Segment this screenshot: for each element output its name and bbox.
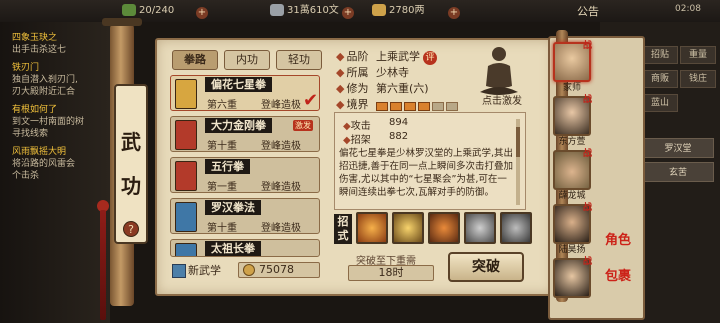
breakthrough-button[interactable]: 突破 bbox=[448, 252, 524, 282]
skill-points: 75078 bbox=[238, 262, 320, 278]
book-icon bbox=[175, 202, 197, 232]
menu-button[interactable]: 商贩 bbox=[642, 70, 678, 88]
rating-badge: 评 bbox=[423, 51, 437, 65]
skill-item[interactable]: 偏花七星拳 第六重 登峰造极 ✔ bbox=[170, 75, 320, 111]
location-item[interactable]: 玄苦 bbox=[642, 162, 714, 182]
attr-cultivation: ◆ 修为 第六重(六) bbox=[336, 82, 429, 95]
menu-button[interactable]: 招贴 bbox=[642, 46, 678, 64]
battle-mark: 战 bbox=[583, 41, 593, 51]
battle-mark: 战 bbox=[583, 257, 593, 267]
skill-level: 第六重 bbox=[207, 100, 237, 111]
breakthrough-time: 18时 bbox=[348, 265, 434, 281]
skill-level: 第十重 bbox=[207, 223, 237, 234]
skill-name: 太祖长拳 bbox=[205, 241, 261, 256]
character-card[interactable]: 战 薛龙城 bbox=[553, 149, 592, 202]
move-shadow-icon[interactable] bbox=[464, 212, 496, 244]
realm-bar bbox=[404, 102, 416, 111]
book-icon bbox=[175, 120, 197, 150]
activated-badge: 激发 bbox=[293, 120, 313, 131]
skill-description-box: ◆攻击 894 ◆招架 882 偏花七星拳是少林罗汉堂的上乘武学,其出招迅捷,善于在… bbox=[334, 112, 526, 210]
skill-name: 五行拳 bbox=[205, 159, 250, 174]
battle-mark: 战 bbox=[583, 149, 593, 159]
skill-item[interactable]: 罗汉拳法 第十重 登峰造极 bbox=[170, 198, 320, 234]
character-card[interactable]: 战 东方萱 bbox=[553, 95, 592, 148]
side-tab-character[interactable]: 角色 bbox=[604, 234, 632, 248]
book-icon bbox=[175, 243, 197, 256]
skill-stage: 登峰造极 bbox=[261, 182, 301, 193]
attr-realm: ◆ 境界 bbox=[336, 98, 369, 111]
skill-item[interactable]: 五行拳 第一重 登峰造极 bbox=[170, 157, 320, 193]
book-icon bbox=[175, 161, 197, 191]
attr-rank: ◆ 品阶 上乘武学评 bbox=[336, 48, 437, 65]
book-icon bbox=[175, 79, 197, 109]
skill-stage: 登峰造极 bbox=[261, 100, 301, 111]
attr-school: ◆ 所属 少林寺 bbox=[336, 66, 409, 79]
stat-attack: ◆攻击 894 bbox=[343, 117, 409, 132]
quest-desc: 出手击杀这七 bbox=[12, 45, 67, 55]
realm-bar bbox=[446, 102, 458, 111]
clock: 02:08 bbox=[675, 4, 701, 14]
location-item[interactable]: 罗汉堂 bbox=[642, 138, 714, 158]
skill-level: 第一重 bbox=[207, 182, 237, 193]
skill-name: 偏花七星拳 bbox=[205, 77, 272, 92]
skill-stage: 登峰造极 bbox=[261, 223, 301, 234]
skill-name: 罗汉拳法 bbox=[205, 200, 261, 215]
realm-bar bbox=[376, 102, 388, 111]
new-skill-icon bbox=[172, 264, 186, 278]
battle-mark: 战 bbox=[583, 95, 593, 105]
character-card[interactable]: 战 家师 bbox=[553, 41, 592, 94]
move-flame-icon[interactable] bbox=[356, 212, 388, 244]
skill-item[interactable]: 太祖长拳 bbox=[170, 239, 320, 257]
menu-button[interactable]: 蓝山 bbox=[642, 94, 678, 112]
tab-lightness-skill[interactable]: 轻功 bbox=[276, 50, 322, 70]
banner-char: 武 bbox=[121, 130, 141, 154]
tab-inner-skill[interactable]: 内功 bbox=[224, 50, 270, 70]
menu-button[interactable]: 重量 bbox=[680, 46, 716, 64]
move-strike-icon[interactable] bbox=[428, 212, 460, 244]
scrollbar-thumb[interactable] bbox=[516, 127, 520, 157]
banner-char: 功 bbox=[121, 174, 141, 198]
moves-label: 招式 bbox=[334, 214, 352, 244]
realm-bar bbox=[418, 102, 430, 111]
scroll-roller-cap bbox=[102, 18, 142, 26]
character-card[interactable]: 战 陆昊扬 bbox=[553, 203, 592, 256]
stat-parry: ◆招架 882 bbox=[343, 131, 409, 146]
description-scrollbar[interactable] bbox=[516, 119, 520, 205]
realm-bar bbox=[390, 102, 402, 111]
scroll-banner: 武 功 ? bbox=[114, 84, 148, 244]
skill-level: 第十重 bbox=[207, 141, 237, 152]
skill-name: 大力金刚拳 bbox=[205, 118, 272, 133]
move-swirl-icon[interactable] bbox=[500, 212, 532, 244]
right-location-list: 罗汉堂 玄苦 bbox=[642, 138, 714, 186]
quest-desc: 寻找线索 bbox=[12, 129, 49, 139]
tassel bbox=[100, 210, 106, 320]
activate-hint[interactable]: 点击激发 bbox=[472, 92, 532, 107]
character-card[interactable]: 战 bbox=[553, 257, 592, 302]
realm-bar bbox=[432, 102, 444, 111]
coin-icon bbox=[243, 264, 255, 276]
help-icon[interactable]: ? bbox=[123, 221, 139, 237]
tab-fist[interactable]: 拳路 bbox=[172, 50, 218, 70]
menu-button[interactable]: 钱庄 bbox=[680, 70, 716, 88]
skill-item[interactable]: 大力金刚拳 激发 第十重 登峰造极 bbox=[170, 116, 320, 152]
check-icon: ✔ bbox=[303, 90, 319, 111]
skill-description: 偏花七星拳是少林罗汉堂的上乘武学,其出招迅捷,善于在同一点上瞬间多次击打叠加伤害… bbox=[339, 148, 514, 198]
quest-desc: 刃大殿附近汇合 bbox=[12, 87, 76, 97]
quest-desc: 个击杀 bbox=[12, 171, 40, 181]
new-skill-button[interactable]: 新武学 bbox=[172, 262, 221, 278]
skill-stage: 登峰造极 bbox=[261, 141, 301, 152]
battle-mark: 战 bbox=[583, 203, 593, 213]
quest-log: 四象玉玦之 出手击杀这七 铁刃门 独自潜入刹刃门, 刃大殿附近汇合 有根如何了 … bbox=[0, 22, 110, 323]
side-tab-bag[interactable]: 包裹 bbox=[604, 270, 632, 284]
move-burst-icon[interactable] bbox=[392, 212, 424, 244]
